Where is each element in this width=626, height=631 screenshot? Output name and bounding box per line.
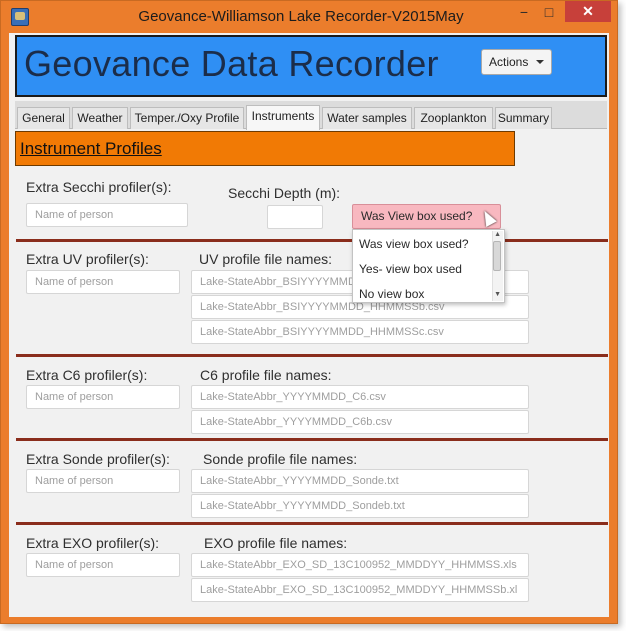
tab-general[interactable]: General xyxy=(17,107,70,129)
divider xyxy=(16,438,608,441)
secchi-profiler-label: Extra Secchi profiler(s): xyxy=(26,179,172,195)
sonde-profiler-label: Extra Sonde profiler(s): xyxy=(26,451,170,467)
section-title: Instrument Profiles xyxy=(20,139,162,158)
uv-profiler-input[interactable]: Name of person xyxy=(26,270,180,294)
c6-file-input-1[interactable]: Lake-StateAbbr_YYYYMMDD_C6.csv xyxy=(191,385,529,409)
scrollbar-thumb[interactable] xyxy=(493,241,501,271)
maximize-icon[interactable]: □ xyxy=(538,3,560,21)
uv-profiler-label: Extra UV profiler(s): xyxy=(26,251,149,267)
sonde-file-input-2[interactable]: Lake-StateAbbr_YYYYMMDD_Sondeb.txt xyxy=(191,494,529,518)
exo-file-input-2[interactable]: Lake-StateAbbr_EXO_SD_13C100952_MMDDYY_H… xyxy=(191,578,529,602)
chevron-down-icon xyxy=(536,60,544,64)
sonde-profiler-input[interactable]: Name of person xyxy=(26,469,180,493)
dropdown-scrollbar[interactable]: ▲ ▼ xyxy=(492,231,503,301)
title-bar[interactable]: Geovance-Williamson Lake Recorder-V2015M… xyxy=(1,1,617,33)
secchi-profiler-input[interactable]: Name of person xyxy=(26,203,188,227)
app-window: Geovance-Williamson Lake Recorder-V2015M… xyxy=(0,0,618,624)
window-title: Geovance-Williamson Lake Recorder-V2015M… xyxy=(138,8,464,25)
viewbox-select[interactable]: Was View box used? xyxy=(352,204,501,229)
exo-files-label: EXO profile file names: xyxy=(204,535,348,551)
exo-file-input-1[interactable]: Lake-StateAbbr_EXO_SD_13C100952_MMDDYY_H… xyxy=(191,553,529,577)
actions-label: Actions xyxy=(489,55,529,69)
tab-water-samples[interactable]: Water samples xyxy=(322,107,412,129)
chevron-down-icon[interactable]: ▼ xyxy=(494,291,501,298)
viewbox-option[interactable]: No view box xyxy=(359,287,424,301)
c6-profiler-input[interactable]: Name of person xyxy=(26,385,180,409)
tab-weather[interactable]: Weather xyxy=(72,107,128,129)
section-header: Instrument Profiles xyxy=(15,131,515,166)
viewbox-option[interactable]: Yes- view box used xyxy=(359,262,462,276)
sonde-files-label: Sonde profile file names: xyxy=(203,451,358,467)
client-area: Geovance Data Recorder Actions General W… xyxy=(9,33,609,617)
divider xyxy=(16,522,608,525)
viewbox-dropdown-list: Was view box used? Yes- view box used No… xyxy=(352,229,505,303)
c6-files-label: C6 profile file names: xyxy=(200,367,332,383)
chevron-up-icon[interactable]: ▲ xyxy=(494,231,501,238)
sonde-file-input-1[interactable]: Lake-StateAbbr_YYYYMMDD_Sonde.txt xyxy=(191,469,529,493)
tab-instruments[interactable]: Instruments xyxy=(246,105,320,130)
uv-file-input-3[interactable]: Lake-StateAbbr_BSIYYYYMMDD_HHMMSSc.csv xyxy=(191,320,529,344)
tab-summary[interactable]: Summary xyxy=(495,107,552,129)
exo-profiler-input[interactable]: Name of person xyxy=(26,553,180,577)
secchi-depth-label: Secchi Depth (m): xyxy=(228,185,341,201)
c6-profiler-label: Extra C6 profiler(s): xyxy=(26,367,148,383)
divider xyxy=(16,239,608,242)
close-icon[interactable]: ✕ xyxy=(565,1,611,22)
secchi-depth-input[interactable] xyxy=(267,205,323,229)
divider xyxy=(16,354,608,357)
tab-bar: General Weather Temper./Oxy Profile Inst… xyxy=(15,101,607,130)
tab-temper-oxy-profile[interactable]: Temper./Oxy Profile xyxy=(130,107,244,129)
actions-button[interactable]: Actions xyxy=(481,49,552,75)
exo-profiler-label: Extra EXO profiler(s): xyxy=(26,535,160,551)
viewbox-option[interactable]: Was view box used? xyxy=(359,237,469,251)
tab-zooplankton[interactable]: Zooplankton xyxy=(414,107,493,129)
c6-file-input-2[interactable]: Lake-StateAbbr_YYYYMMDD_C6b.csv xyxy=(191,410,529,434)
header-banner: Geovance Data Recorder Actions xyxy=(15,35,607,97)
uv-files-label: UV profile file names: xyxy=(199,251,333,267)
app-title: Geovance Data Recorder xyxy=(24,43,439,84)
minimize-icon[interactable]: − xyxy=(513,3,535,21)
